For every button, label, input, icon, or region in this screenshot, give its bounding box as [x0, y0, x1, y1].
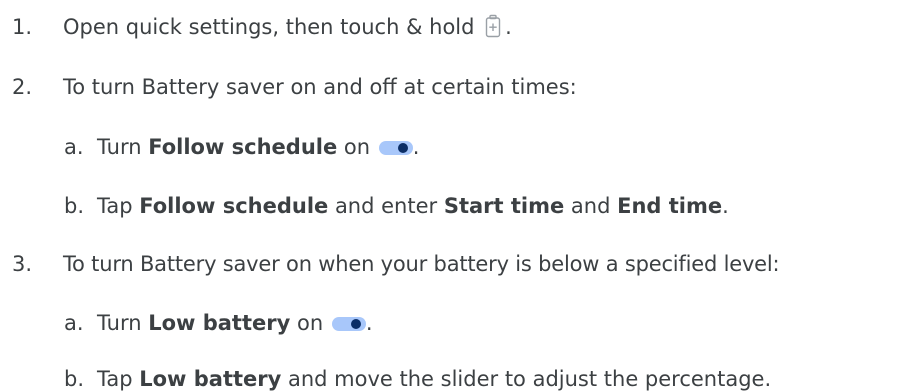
step-3: 3. To turn Battery saver on when your ba… [12, 251, 917, 277]
step-number: 2. [12, 75, 33, 99]
step-1: 1. Open quick settings, then touch & hol… [12, 14, 912, 40]
step-number: 1. [12, 15, 33, 39]
step-text-part: . [505, 15, 512, 39]
setting-name: Low battery [148, 311, 291, 335]
step-text-part: Tap [97, 194, 140, 218]
step-text-part: and [564, 194, 618, 218]
step-text-part: . [412, 135, 420, 159]
step-number: a. [64, 311, 84, 335]
step-text-part: . [365, 311, 373, 335]
step-2b: b. Tap Follow schedule and enter Start t… [64, 193, 904, 219]
step-number: 3. [12, 252, 33, 276]
step-text-part: on [337, 135, 377, 159]
step-text: To turn Battery saver on when your batte… [63, 252, 780, 276]
step-text-part: Turn [97, 135, 149, 159]
toggle-on-icon [378, 141, 413, 155]
step-number: b. [64, 194, 85, 218]
battery-saver-icon [485, 14, 501, 38]
step-text: To turn Battery saver on and off at cert… [63, 75, 577, 99]
step-text-part: Open quick settings, then touch & hold [63, 15, 482, 39]
setting-name: Start time [443, 194, 565, 218]
step-text: Open quick settings, then touch & hold . [63, 14, 512, 40]
setting-name: Follow schedule [139, 194, 329, 218]
step-text: Tap Follow schedule and enter Start time… [97, 193, 729, 219]
step-text-part: on [290, 311, 330, 335]
step-2a: a. Turn Follow schedule on . [64, 134, 904, 160]
step-number: b. [64, 367, 85, 391]
toggle-on-icon [331, 317, 366, 331]
step-text-part: and enter [328, 194, 444, 218]
step-text: Turn Follow schedule on . [97, 134, 419, 160]
setting-name: Low battery [139, 367, 282, 391]
step-text-part: Turn [97, 311, 149, 335]
step-2: 2. To turn Battery saver on and off at c… [12, 74, 912, 100]
step-3a: a. Turn Low battery on . [64, 310, 904, 336]
step-3b: b. Tap Low battery and move the slider t… [64, 366, 919, 392]
setting-name: End time [617, 194, 723, 218]
toggle-thumb [397, 143, 408, 153]
step-text: Turn Low battery on . [97, 310, 373, 336]
step-text: Tap Low battery and move the slider to a… [97, 366, 771, 392]
toggle-thumb [350, 319, 361, 329]
step-text-part: . [722, 194, 729, 218]
setting-name: Follow schedule [148, 135, 338, 159]
step-number: a. [64, 135, 84, 159]
step-text-part: and move the slider to adjust the percen… [281, 367, 772, 391]
step-text-part: Tap [97, 367, 140, 391]
